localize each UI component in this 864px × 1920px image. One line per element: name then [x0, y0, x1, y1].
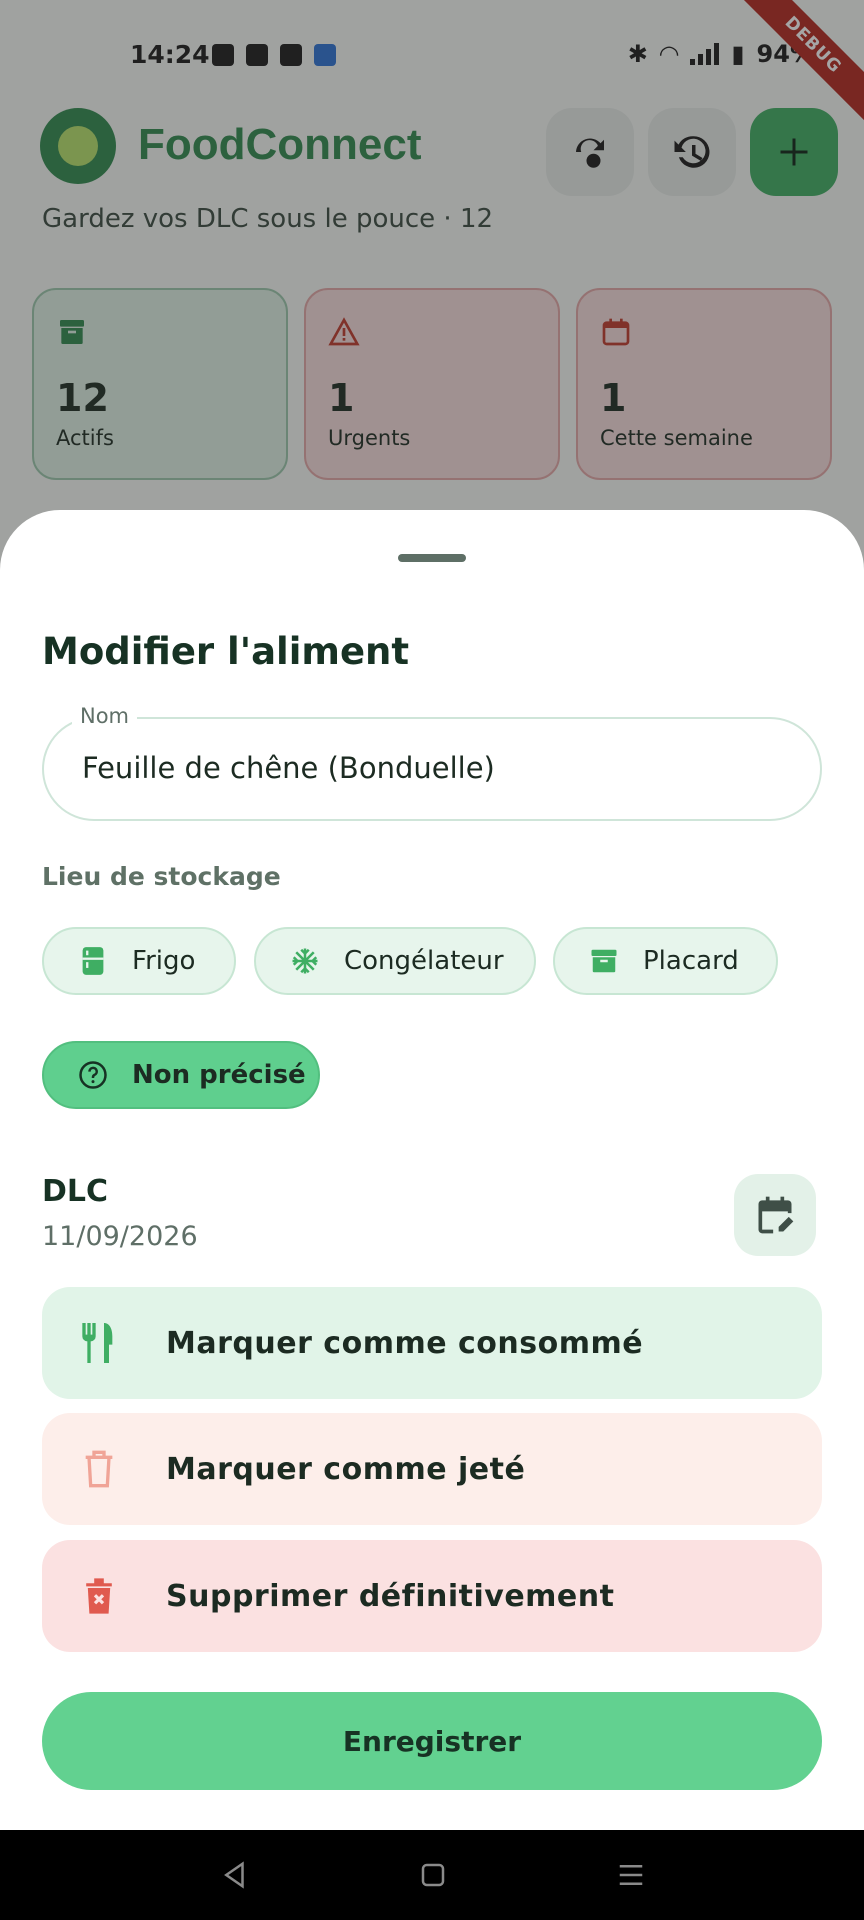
utensils-icon [78, 1321, 120, 1365]
chip-label: Congélateur [344, 946, 504, 976]
snowflake-icon [290, 946, 320, 976]
drag-handle[interactable] [398, 554, 466, 562]
action-label: Marquer comme consommé [166, 1325, 644, 1361]
back-icon[interactable] [218, 1858, 252, 1892]
chip-label: Non précisé [132, 1060, 306, 1090]
delete-forever-button[interactable]: Supprimer définitivement [42, 1540, 822, 1652]
dlc-date: 11/09/2026 [42, 1221, 198, 1252]
archive-icon [589, 946, 619, 976]
dlc-label: DLC [42, 1174, 109, 1209]
mark-consumed-button[interactable]: Marquer comme consommé [42, 1287, 822, 1399]
name-field[interactable]: Nom Feuille de chêne (Bonduelle) [42, 704, 822, 821]
edit-date-button[interactable] [734, 1174, 816, 1256]
calendar-edit-icon [758, 1196, 794, 1234]
action-label: Supprimer définitivement [166, 1578, 615, 1614]
delete-forever-icon [78, 1574, 120, 1618]
storage-section-label: Lieu de stockage [42, 862, 281, 891]
name-field-label: Nom [72, 704, 138, 728]
chip-label: Frigo [132, 946, 196, 976]
recents-icon[interactable] [614, 1858, 648, 1892]
save-button[interactable]: Enregistrer [42, 1692, 822, 1790]
help-circle-icon [78, 1060, 108, 1090]
storage-chip-non-precise[interactable]: Non précisé [42, 1041, 320, 1109]
edit-food-sheet: Modifier l'aliment Nom Feuille de chêne … [0, 510, 864, 1830]
action-label: Marquer comme jeté [166, 1451, 526, 1487]
mark-discarded-button[interactable]: Marquer comme jeté [42, 1413, 822, 1525]
home-icon[interactable] [416, 1858, 450, 1892]
sheet-title: Modifier l'aliment [42, 630, 410, 673]
storage-chip-placard[interactable]: Placard [553, 927, 778, 995]
trash-icon [78, 1447, 120, 1491]
storage-chip-congelateur[interactable]: Congélateur [254, 927, 536, 995]
fridge-icon [78, 946, 108, 976]
system-nav-bar [0, 1830, 864, 1920]
name-field-value[interactable]: Feuille de chêne (Bonduelle) [82, 751, 495, 785]
chip-label: Placard [643, 946, 739, 976]
storage-chip-frigo[interactable]: Frigo [42, 927, 236, 995]
